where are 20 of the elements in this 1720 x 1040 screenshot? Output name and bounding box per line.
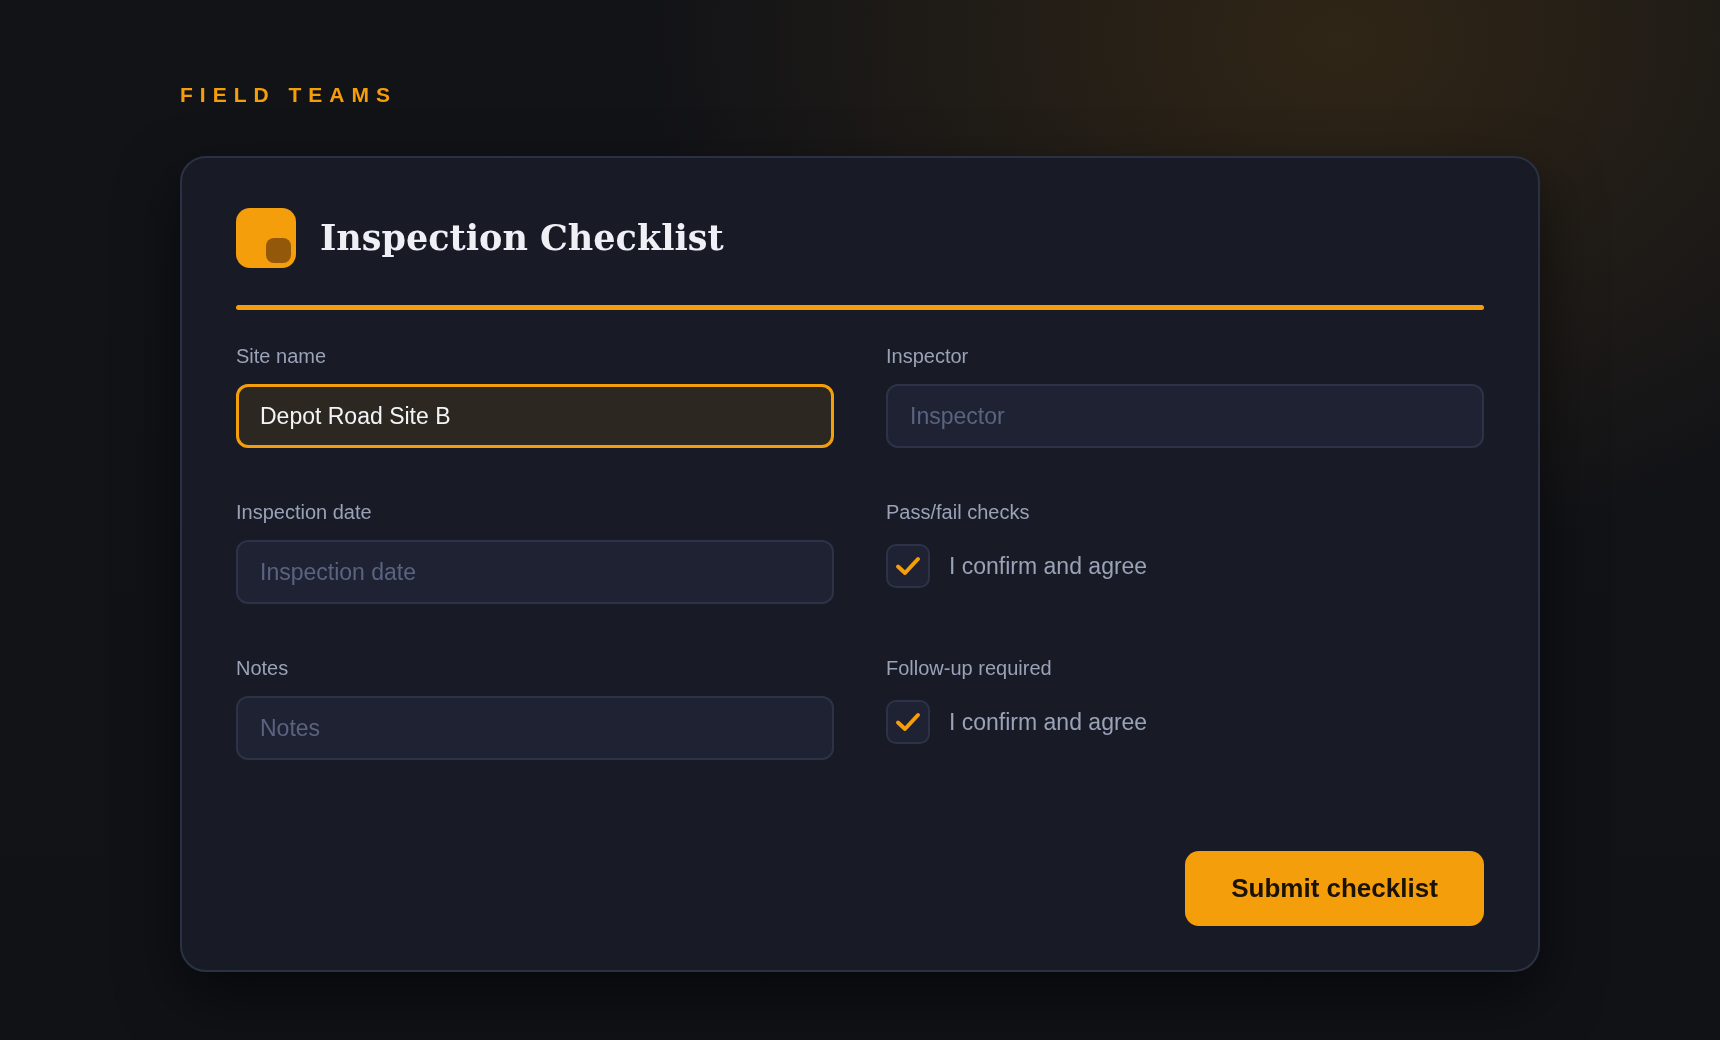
checkbox[interactable]	[886, 544, 930, 588]
checkbox-label[interactable]: I confirm and agree	[949, 552, 1148, 580]
checkbox-label[interactable]: I confirm and agree	[949, 708, 1148, 736]
input-field[interactable]: Notes	[236, 696, 834, 760]
field-label: Site name	[236, 344, 327, 368]
input-field[interactable]: Depot Road Site B	[236, 384, 834, 448]
check-icon	[895, 712, 921, 732]
checkbox[interactable]	[886, 700, 930, 744]
field-label: Pass/fail checks	[886, 500, 1030, 524]
form-title: Inspection Checklist	[320, 216, 724, 260]
submit-button[interactable]: Submit checklist	[1185, 851, 1484, 926]
field-label: Follow-up required	[886, 656, 1052, 680]
field-label: Inspector	[886, 344, 969, 368]
input-field[interactable]: Inspection date	[236, 540, 834, 604]
field-label: Inspection date	[236, 500, 372, 524]
check-icon	[895, 556, 921, 576]
app-logo-icon	[236, 208, 296, 268]
input-field[interactable]: Inspector	[886, 384, 1484, 448]
section-eyebrow: FIELD TEAMS	[180, 82, 397, 108]
field-label: Notes	[236, 656, 289, 680]
